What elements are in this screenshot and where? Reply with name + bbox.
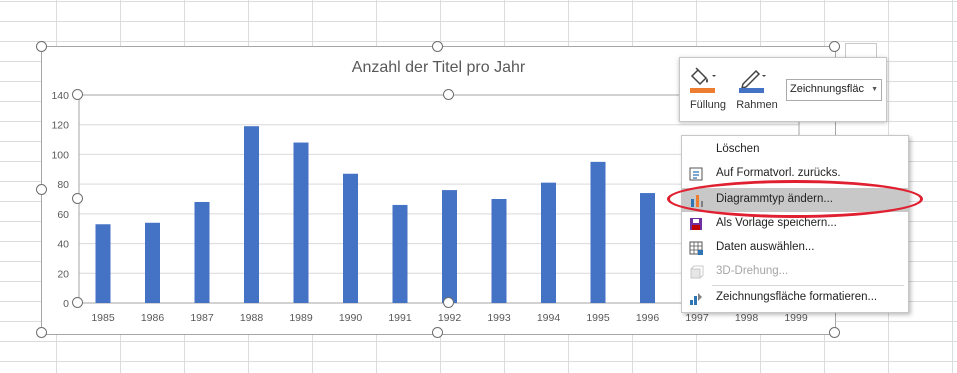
bar[interactable] xyxy=(343,173,358,303)
delete-icon xyxy=(688,142,704,158)
chevron-down-icon: ▼ xyxy=(871,86,878,93)
menu-item-select-data[interactable]: Daten auswählen... xyxy=(682,236,908,260)
x-tick-label: 1987 xyxy=(190,312,214,324)
x-tick-label: 1990 xyxy=(339,312,363,324)
x-tick-label: 1997 xyxy=(685,312,709,324)
plot-area-handle[interactable] xyxy=(72,89,83,100)
bar[interactable] xyxy=(442,190,457,303)
pen-icon xyxy=(739,69,766,93)
bar[interactable] xyxy=(590,161,606,303)
border-label: Rahmen xyxy=(736,99,778,111)
menu-item-label: Löschen xyxy=(716,143,760,155)
border-button[interactable]: Rahmen xyxy=(734,62,780,116)
bar[interactable] xyxy=(194,201,210,303)
menu-item-label: Als Vorlage speichern... xyxy=(716,217,837,229)
bar[interactable] xyxy=(392,204,408,303)
select-data-icon xyxy=(689,241,703,255)
plot-area-handle[interactable] xyxy=(443,89,454,100)
chart-resize-handle[interactable] xyxy=(36,41,47,52)
reset-style-icon xyxy=(689,167,703,181)
y-tick-label: 140 xyxy=(51,90,69,102)
y-tick-label: 20 xyxy=(57,268,69,280)
menu-item-label: 3D-Drehung... xyxy=(716,265,789,277)
x-tick-label: 1985 xyxy=(91,312,115,324)
format-plot-area-icon xyxy=(690,293,702,305)
x-tick-label: 1993 xyxy=(487,312,511,324)
menu-item-label: Daten auswählen... xyxy=(716,241,815,253)
chart-element-value: Zeichnungsfläc xyxy=(790,83,864,95)
bar[interactable] xyxy=(293,142,309,303)
chart-resize-handle[interactable] xyxy=(36,184,47,195)
bar[interactable] xyxy=(640,193,655,303)
menu-item-label: Auf Formatvorl. zurücks. xyxy=(716,167,841,179)
plot-area-handle[interactable] xyxy=(443,297,454,308)
chart-resize-handle[interactable] xyxy=(432,327,443,338)
y-tick-label: 100 xyxy=(51,149,69,161)
x-tick-label: 1999 xyxy=(784,312,808,324)
format-mini-toolbar: Füllung Rahmen Zeichnungsfläc ▼ xyxy=(679,57,887,122)
x-tick-label: 1992 xyxy=(438,312,462,324)
plot-area-handle[interactable] xyxy=(72,297,83,308)
fill-button[interactable]: Füllung xyxy=(685,62,731,116)
x-tick-label: 1991 xyxy=(388,312,412,324)
bar[interactable] xyxy=(541,182,556,303)
chart-resize-handle[interactable] xyxy=(432,41,443,52)
paint-bucket-icon xyxy=(690,67,716,93)
x-tick-label: 1986 xyxy=(141,312,165,324)
x-tick-label: 1989 xyxy=(289,312,313,324)
y-tick-label: 80 xyxy=(57,179,69,191)
menu-item-format-plot-area[interactable]: Zeichnungsfläche formatieren... xyxy=(682,286,908,310)
y-tick-label: 40 xyxy=(57,239,69,251)
chart-resize-handle[interactable] xyxy=(36,327,47,338)
save-template-icon xyxy=(690,218,702,230)
x-tick-label: 1995 xyxy=(586,312,610,324)
menu-item-3d-rotation[interactable]: 3D-Drehung... xyxy=(682,260,908,284)
highlight-ellipse-annotation xyxy=(667,180,923,218)
bar[interactable] xyxy=(95,224,111,303)
chart-resize-handle[interactable] xyxy=(829,327,840,338)
menu-item-label: Zeichnungsfläche formatieren... xyxy=(716,291,878,303)
bar[interactable] xyxy=(491,199,507,303)
fill-label: Füllung xyxy=(689,99,727,111)
x-tick-label: 1994 xyxy=(537,312,561,324)
menu-item-delete[interactable]: Löschen xyxy=(682,138,908,162)
rotation-3d-icon xyxy=(690,265,704,279)
bar[interactable] xyxy=(244,126,259,303)
x-tick-label: 1998 xyxy=(735,312,759,324)
context-menu: Löschen Auf Formatvorl. zurücks. Diagram… xyxy=(681,135,909,313)
y-tick-label: 60 xyxy=(57,209,69,221)
x-tick-label: 1988 xyxy=(240,312,264,324)
chart-element-dropdown[interactable]: Zeichnungsfläc ▼ xyxy=(786,79,882,101)
plot-area-handle[interactable] xyxy=(72,193,83,204)
x-tick-label: 1996 xyxy=(636,312,660,324)
y-tick-label: 120 xyxy=(51,120,69,132)
bar[interactable] xyxy=(145,222,160,303)
chart-resize-handle[interactable] xyxy=(829,41,840,52)
y-tick-label: 0 xyxy=(63,298,69,310)
